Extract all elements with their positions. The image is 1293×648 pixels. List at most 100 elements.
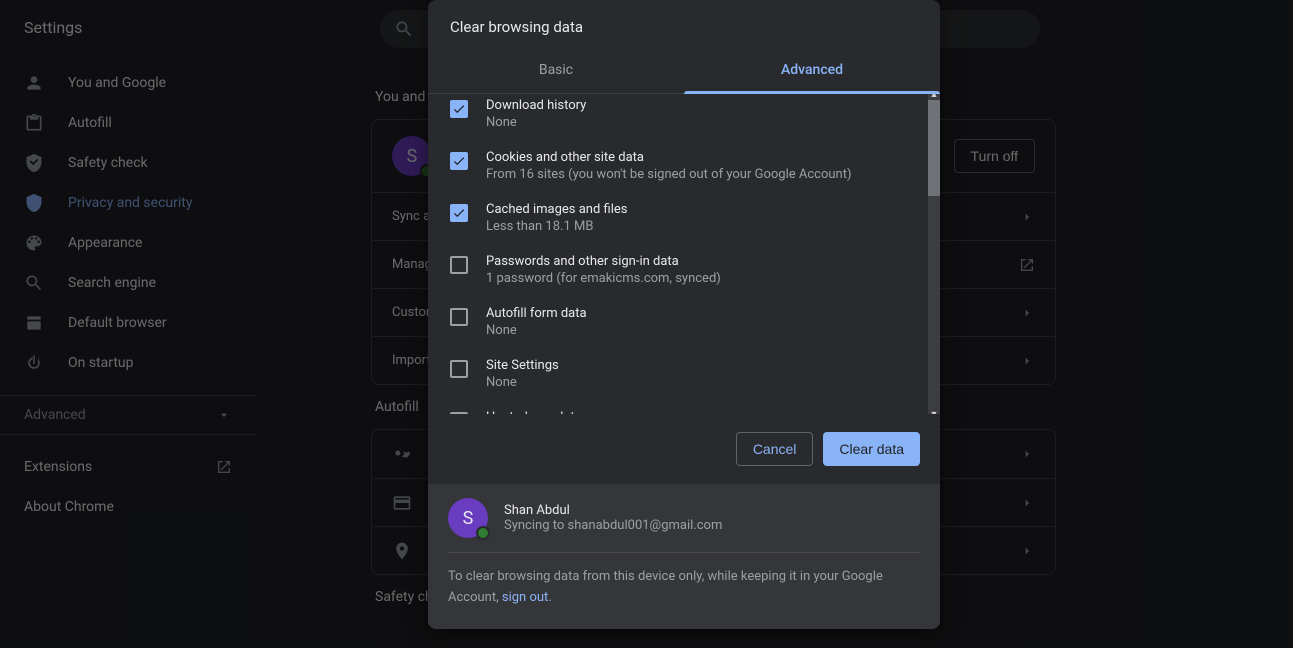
chevron-down-icon — [216, 407, 232, 423]
user-name: Shan Abdul — [504, 503, 722, 518]
sidebar-item-appearance[interactable]: Appearance — [0, 223, 256, 263]
checkbox-cached[interactable] — [450, 204, 468, 222]
option-sub: Less than 18.1 MB — [486, 219, 627, 234]
option-sub: None — [486, 115, 586, 130]
dialog-button-row: Cancel Clear data — [428, 414, 940, 484]
option-sub: None — [486, 375, 559, 390]
shield-icon — [24, 193, 44, 213]
footer-user-row: S Shan Abdul Syncing to shanabdul001@gma… — [448, 498, 920, 553]
search-icon — [24, 273, 44, 293]
option-sub: From 16 sites (you won't be signed out o… — [486, 167, 851, 182]
sidebar-item-autofill[interactable]: Autofill — [0, 103, 256, 143]
check-icon — [452, 154, 466, 168]
tab-basic[interactable]: Basic — [428, 46, 684, 93]
scroll-down-icon[interactable]: ▼ — [928, 408, 940, 414]
dialog-footer: S Shan Abdul Syncing to shanabdul001@gma… — [428, 484, 940, 629]
sidebar-extensions-link[interactable]: Extensions — [0, 447, 256, 487]
footer-hint: To clear browsing data from this device … — [448, 567, 920, 609]
avatar: S — [392, 136, 432, 176]
extensions-label: Extensions — [24, 459, 92, 475]
clipboard-icon — [24, 113, 44, 133]
sidebar-item-label: On startup — [68, 355, 134, 371]
shield-check-icon — [24, 153, 44, 173]
sidebar-item-label: Autofill — [68, 115, 112, 131]
about-label: About Chrome — [24, 499, 114, 515]
page-title: Settings — [24, 18, 82, 37]
person-icon — [24, 73, 44, 93]
sign-out-link[interactable]: sign out — [502, 590, 548, 605]
sync-badge-icon — [476, 526, 490, 540]
sidebar-item-label: Privacy and security — [68, 195, 192, 211]
cancel-button[interactable]: Cancel — [736, 432, 814, 466]
check-icon — [452, 206, 466, 220]
option-label: Hosted app data — [486, 410, 590, 414]
dialog-title: Clear browsing data — [428, 0, 940, 46]
avatar-initial: S — [463, 508, 474, 529]
option-cached[interactable]: Cached images and files Less than 18.1 M… — [428, 192, 940, 244]
option-label: Passwords and other sign-in data — [486, 254, 721, 269]
option-label: Cached images and files — [486, 202, 627, 217]
checkbox-cookies[interactable] — [450, 152, 468, 170]
sidebar-item-search-engine[interactable]: Search engine — [0, 263, 256, 303]
sidebar-about-link[interactable]: About Chrome — [0, 487, 256, 527]
clear-data-button[interactable]: Clear data — [823, 432, 920, 466]
checkbox-download-history[interactable] — [450, 100, 468, 118]
key-icon — [392, 444, 412, 464]
chevron-right-icon — [1019, 543, 1035, 559]
option-label: Autofill form data — [486, 306, 587, 321]
option-label: Download history — [486, 98, 586, 113]
checkbox-passwords[interactable] — [450, 256, 468, 274]
external-link-icon — [1019, 257, 1035, 273]
hint-suffix: . — [548, 590, 551, 605]
option-autofill-data[interactable]: Autofill form data None — [428, 296, 940, 348]
sidebar-item-label: Search engine — [68, 275, 156, 291]
sidebar-item-label: Safety check — [68, 155, 148, 171]
chevron-right-icon — [1019, 446, 1035, 462]
scrollbar-thumb[interactable] — [928, 100, 940, 196]
sidebar-item-on-startup[interactable]: On startup — [0, 343, 256, 383]
option-label: Cookies and other site data — [486, 150, 851, 165]
user-sync-status: Syncing to shanabdul001@gmail.com — [504, 518, 722, 533]
advanced-label: Advanced — [24, 407, 86, 423]
option-label: Site Settings — [486, 358, 559, 373]
checkbox-autofill-data[interactable] — [450, 308, 468, 326]
chevron-right-icon — [1019, 209, 1035, 225]
option-download-history[interactable]: Download history None — [428, 94, 940, 140]
check-icon — [452, 102, 466, 116]
option-sub: 1 password (for emakicms.com, synced) — [486, 271, 721, 286]
power-icon — [24, 353, 44, 373]
option-site-settings[interactable]: Site Settings None — [428, 348, 940, 400]
sidebar-item-privacy[interactable]: Privacy and security — [0, 183, 256, 223]
option-passwords[interactable]: Passwords and other sign-in data 1 passw… — [428, 244, 940, 296]
external-link-icon — [216, 459, 232, 475]
sidebar-item-default-browser[interactable]: Default browser — [0, 303, 256, 343]
chevron-right-icon — [1019, 353, 1035, 369]
card-icon — [392, 493, 412, 513]
browser-icon — [24, 313, 44, 333]
search-icon — [394, 19, 414, 39]
checkbox-hosted-app[interactable] — [450, 412, 468, 414]
palette-icon — [24, 233, 44, 253]
sidebar-item-label: Appearance — [68, 235, 142, 251]
option-sub: None — [486, 323, 587, 338]
sidebar-item-you-and-google[interactable]: You and Google — [0, 63, 256, 103]
checkbox-site-settings[interactable] — [450, 360, 468, 378]
avatar-initial: S — [407, 146, 418, 167]
sidebar: You and Google Autofill Safety check Pri… — [0, 55, 256, 527]
sidebar-item-label: Default browser — [68, 315, 167, 331]
avatar: S — [448, 498, 488, 538]
sidebar-item-safety-check[interactable]: Safety check — [0, 143, 256, 183]
sidebar-advanced-toggle[interactable]: Advanced — [0, 395, 256, 435]
option-cookies[interactable]: Cookies and other site data From 16 site… — [428, 140, 940, 192]
scrollbar-track[interactable]: ▲ ▼ — [928, 94, 940, 414]
option-hosted-app[interactable]: Hosted app data 1 app (Web Store) — [428, 400, 940, 414]
dialog-tabs: Basic Advanced — [428, 46, 940, 94]
sidebar-item-label: You and Google — [68, 75, 166, 91]
tab-advanced[interactable]: Advanced — [684, 46, 940, 93]
location-icon — [392, 541, 412, 561]
clear-browsing-data-dialog: Clear browsing data Basic Advanced Downl… — [428, 0, 940, 629]
chevron-right-icon — [1019, 495, 1035, 511]
turn-off-button[interactable]: Turn off — [954, 139, 1035, 173]
chevron-right-icon — [1019, 305, 1035, 321]
dialog-options-list: Download history None Cookies and other … — [428, 94, 940, 414]
